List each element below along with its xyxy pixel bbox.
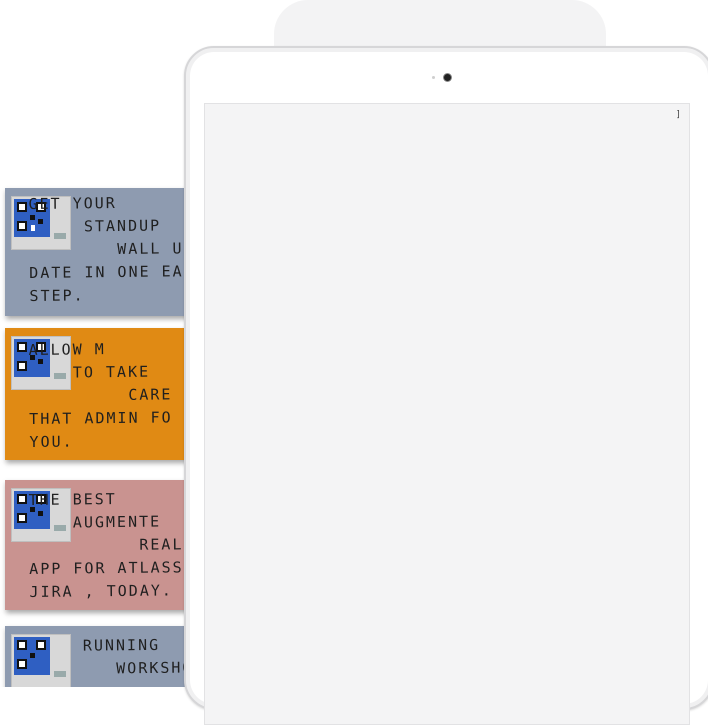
sticky-note-text: THE BEST AUGMENTE REALITY APP FOR ATLASS… [28,490,210,601]
tablet-screen[interactable]: ] [204,103,690,725]
camera-icon [444,74,451,81]
tablet-device: ] [184,46,708,725]
sticky-notes-stack: GET YOUR STANDUP WALL UP DATE IN ONE EA … [0,180,210,687]
sensor-dot [432,76,435,79]
sticky-note-text: GET YOUR STANDUP WALL UP DATE IN ONE EA … [28,194,194,305]
sticky-note-standup: GET YOUR STANDUP WALL UP DATE IN ONE EA … [5,188,210,316]
sticky-note-workshops: RUNNING WORKSHOPS [5,626,210,687]
sticky-note-augmented-reality: THE BEST AUGMENTE REALITY APP FOR ATLASS… [5,480,210,610]
screen-marker: ] [675,110,681,120]
qr-code-icon [11,634,71,687]
sticky-note-text: ALLOW M TO TAKE CARE OF THAT ADMIN FO YO… [28,340,205,451]
sticky-note-admin: ALLOW M TO TAKE CARE OF THAT ADMIN FO YO… [5,328,210,460]
